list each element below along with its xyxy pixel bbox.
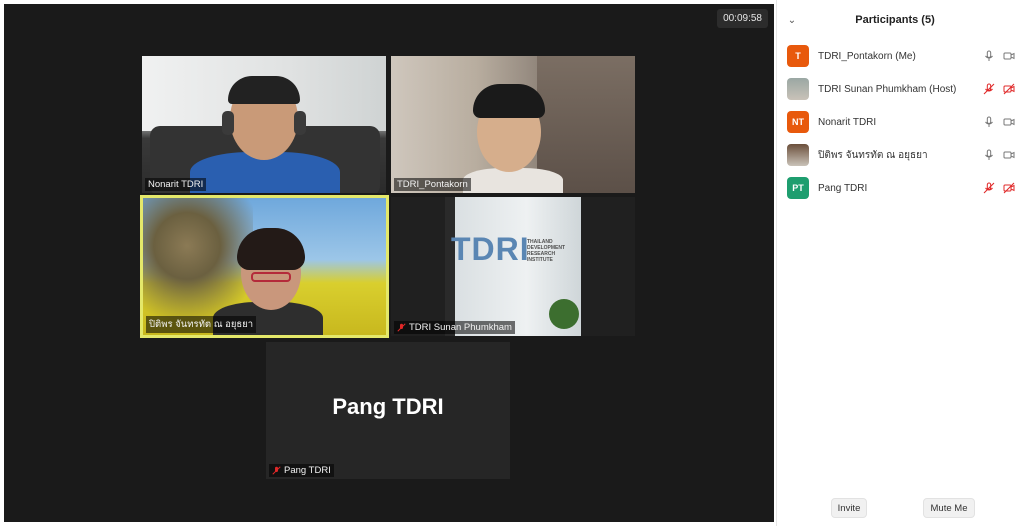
person-hair: [237, 228, 305, 270]
video-tile-pang[interactable]: Pang TDRI Pang TDRI: [266, 342, 510, 479]
video-camera-icon: [1003, 118, 1015, 126]
tile-name-label: TDRI Sunan Phumkham: [394, 321, 515, 334]
video-off-icon: [1003, 182, 1015, 194]
video-tile-pitiporn-active-speaker[interactable]: ปิติพร จันทรทัต ณ อยุธยา: [140, 195, 389, 338]
mute-me-button[interactable]: Mute Me: [923, 498, 975, 518]
avatar: PT: [787, 177, 809, 199]
headset-icon: [222, 111, 234, 135]
tile-name-text: Pang TDRI: [284, 465, 331, 476]
tile-name-text: Nonarit TDRI: [148, 179, 204, 190]
mic-muted-icon: [983, 83, 995, 95]
participant-row[interactable]: T TDRI_Pontakorn (Me): [787, 43, 1019, 69]
participant-row[interactable]: ปิติพร จันทรทัต ณ อยุธยา: [787, 142, 1019, 168]
video-gallery: 00:09:58 Nonarit TDRI TDRI_Pontakorn ปิต…: [4, 4, 774, 522]
mic-muted-icon: [397, 323, 406, 332]
tile-name-label: Nonarit TDRI: [145, 178, 207, 191]
participants-panel: ⌄ Participants (5) T TDRI_Pontakorn (Me) T…: [776, 0, 1021, 526]
participant-status-icons: [983, 182, 1015, 194]
participants-header: ⌄ Participants (5): [777, 0, 1021, 40]
participant-row[interactable]: PT Pang TDRI: [787, 175, 1019, 201]
mic-icon: [985, 149, 993, 160]
meeting-timer: 00:09:58: [717, 9, 768, 28]
tile-name-text: TDRI_Pontakorn: [397, 179, 468, 190]
tile-name-label: TDRI_Pontakorn: [394, 178, 471, 191]
invite-button[interactable]: Invite: [831, 498, 867, 518]
participant-row[interactable]: NT Nonarit TDRI: [787, 109, 1019, 135]
participants-footer: Invite Mute Me: [777, 498, 1021, 520]
video-camera-icon: [1003, 151, 1015, 159]
participant-status-icons: [983, 116, 1015, 128]
video-tile-nonarit[interactable]: Nonarit TDRI: [142, 56, 386, 193]
headset-icon: [294, 111, 306, 135]
plant: [549, 299, 579, 329]
participant-status-icons: [983, 149, 1015, 161]
tile-name-text: ปิติพร จันทรทัต ณ อยุธยา: [149, 319, 254, 330]
mic-icon: [985, 50, 993, 61]
tile-name-label: Pang TDRI: [269, 464, 334, 477]
video-off-name: Pang TDRI: [332, 394, 444, 419]
video-tile-pontakorn[interactable]: TDRI_Pontakorn: [391, 56, 635, 193]
participant-status-icons: [983, 83, 1015, 95]
video-camera-icon: [1003, 52, 1015, 60]
video-tile-sunan[interactable]: TDRI THAILAND DEVELOPMENT RESEARCH INSTI…: [391, 197, 635, 336]
zoom-meeting-window: 00:09:58 Nonarit TDRI TDRI_Pontakorn ปิต…: [0, 0, 1021, 526]
participant-name: TDRI_Pontakorn (Me): [818, 50, 916, 62]
tdri-sign-subtext: THAILAND DEVELOPMENT RESEARCH INSTITUTE: [527, 239, 566, 263]
mic-muted-icon: [983, 182, 995, 194]
avatar: [787, 144, 809, 166]
mic-icon: [985, 116, 993, 127]
avatar: [787, 78, 809, 100]
participant-row[interactable]: TDRI Sunan Phumkham (Host): [787, 76, 1019, 102]
participant-name: Nonarit TDRI: [818, 116, 877, 128]
participant-status-icons: [983, 50, 1015, 62]
tile-name-text: TDRI Sunan Phumkham: [409, 322, 512, 333]
tdri-sign: TDRI: [451, 231, 530, 267]
participant-name: TDRI Sunan Phumkham (Host): [818, 83, 957, 95]
avatar: T: [787, 45, 809, 67]
avatar: NT: [787, 111, 809, 133]
participants-title: Participants (5): [855, 14, 935, 26]
chevron-down-icon[interactable]: ⌄: [777, 15, 807, 26]
mic-muted-icon: [272, 466, 281, 475]
person-body: [463, 168, 563, 193]
participant-name: Pang TDRI: [818, 182, 868, 194]
person-hair: [473, 84, 545, 118]
participant-name: ปิติพร จันทรทัต ณ อยุธยา: [818, 149, 928, 161]
video-off-icon: [1003, 83, 1015, 95]
tile-name-label: ปิติพร จันทรทัต ณ อยุธยา: [146, 316, 257, 333]
glasses: [251, 272, 291, 282]
person-hair: [228, 76, 300, 104]
